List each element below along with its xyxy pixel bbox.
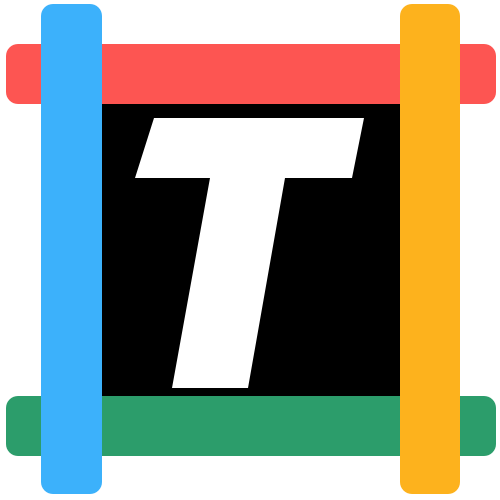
logo-left-bar-blue xyxy=(41,4,102,494)
logo-letter-t-glyph: T xyxy=(135,118,364,388)
logo-letter-t-shape xyxy=(135,118,364,388)
logo-right-bar-yellow xyxy=(400,4,460,494)
app-logo: T xyxy=(0,0,500,500)
